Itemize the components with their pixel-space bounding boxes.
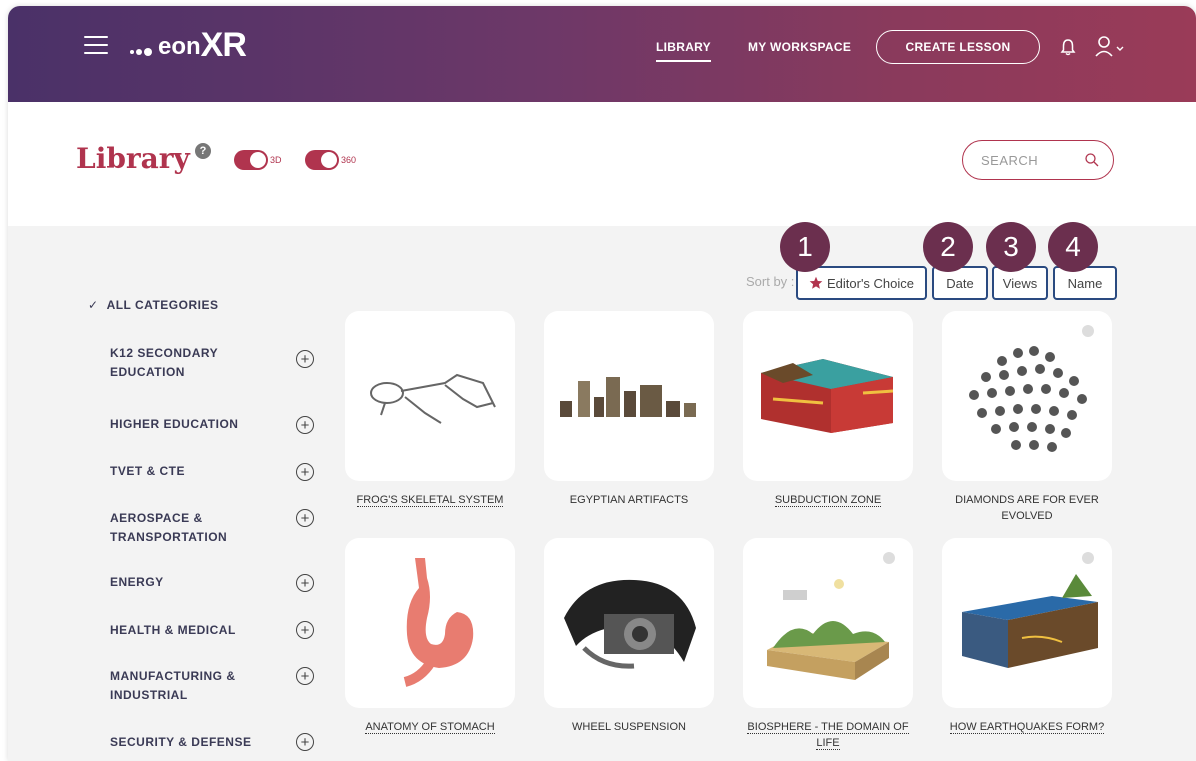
sort-by-label: Sort by : [746,274,795,289]
page-title: Library [76,142,190,175]
card-title-subduction-text: SUBDUCTION ZONE [774,494,882,507]
card-title-wheel[interactable]: WHEEL SUSPENSION [544,719,714,735]
category-energy[interactable]: ENERGY [110,573,260,592]
logo-text-xr: XR [200,26,247,64]
expand-manufacturing-icon[interactable]: + [296,667,314,685]
lesson-card-egyptian[interactable] [544,311,714,481]
sort-views-button[interactable]: Views [992,266,1048,300]
nav-my-workspace-link[interactable]: MY WORKSPACE [748,40,851,54]
eonxr-logo[interactable]: eon XR [130,26,247,64]
expand-health-medical-icon[interactable]: + [296,621,314,639]
expand-higher-education-icon[interactable]: + [296,416,314,434]
lesson-card-wheel[interactable] [544,538,714,708]
search-icon[interactable] [1085,153,1099,167]
lesson-card-biosphere[interactable] [743,538,913,708]
category-tvet-cte[interactable]: TVET & CTE [110,462,260,481]
biosphere-thumbnail [767,579,889,680]
top-navigation-bar: eon XR LIBRARY MY WORKSPACE CREATE LESSO… [8,6,1196,102]
card-title-stomach-text: ANATOMY OF STOMACH [365,721,495,734]
category-health-medical[interactable]: HEALTH & MEDICAL [110,621,260,640]
category-security-defense[interactable]: SECURITY & DEFENSE [110,733,260,752]
toggle-3d-label: 3D [270,155,282,165]
lesson-card-stomach[interactable] [345,538,515,708]
card-title-subduction[interactable]: SUBDUCTION ZONE [743,492,913,508]
egyptian-artifacts-thumbnail [560,377,696,417]
search-placeholder: SEARCH [981,152,1039,168]
expand-tvet-cte-icon[interactable]: + [296,463,314,481]
logo-text-eon: eon [158,33,201,60]
help-icon[interactable]: ? [195,143,211,159]
expand-k12-icon[interactable]: + [296,350,314,368]
callout-badge-1: 1 [780,222,830,272]
category-manufacturing[interactable]: MANUFACTURING & INDUSTRIAL [110,667,260,705]
expand-energy-icon[interactable]: + [296,574,314,592]
wheel-suspension-thumbnail [564,579,696,669]
category-k12[interactable]: K12 SECONDARY EDUCATION [110,344,260,382]
card-title-biosphere-text: BIOSPHERE - THE DOMAIN OF LIFE [747,721,909,750]
callout-badge-4: 4 [1048,222,1098,272]
expand-security-defense-icon[interactable]: + [296,733,314,751]
category-all[interactable]: ✓ ALL CATEGORIES [88,298,218,312]
lesson-card-frog[interactable] [345,311,515,481]
lesson-card-subduction[interactable] [743,311,913,481]
lesson-card-diamonds[interactable] [942,311,1112,481]
card-title-earthquakes[interactable]: HOW EARTHQUAKES FORM? [942,719,1112,735]
card-title-frog[interactable]: FROG'S SKELETAL SYSTEM [345,492,515,508]
sort-editors-choice-label: Editor's Choice [826,275,915,291]
toggle-360-label: 360 [341,155,357,165]
callout-badge-3: 3 [986,222,1036,272]
lesson-card-earthquakes[interactable] [942,538,1112,708]
diamond-lattice-thumbnail [969,346,1087,452]
earthquakes-thumbnail [962,574,1098,668]
bell-icon[interactable] [1060,38,1076,56]
callout-badge-2: 2 [923,222,973,272]
card-title-biosphere[interactable]: BIOSPHERE - THE DOMAIN OF LIFE [743,719,913,751]
card-title-frog-text: FROG'S SKELETAL SYSTEM [356,494,504,507]
expand-aerospace-icon[interactable]: + [296,509,314,527]
menu-icon[interactable] [84,36,108,54]
subduction-zone-thumbnail [761,359,894,433]
checkmark-icon: ✓ [88,298,99,312]
category-higher-education[interactable]: HIGHER EDUCATION [110,415,260,434]
category-all-label: ALL CATEGORIES [106,298,219,312]
card-title-diamonds[interactable]: DIAMONDS ARE FOR EVER EVOLVED [942,492,1112,524]
card-title-egyptian[interactable]: EGYPTIAN ARTIFACTS [544,492,714,508]
frog-skeleton-thumbnail [370,373,496,424]
sort-name-button[interactable]: Name [1053,266,1117,300]
nav-library-link[interactable]: LIBRARY [656,40,711,62]
card-title-stomach[interactable]: ANATOMY OF STOMACH [345,719,515,735]
category-aerospace[interactable]: AEROSPACE & TRANSPORTATION [110,509,260,547]
user-account-icon[interactable] [1094,35,1126,57]
star-icon [809,276,823,289]
create-lesson-button[interactable]: CREATE LESSON [876,30,1040,64]
toggle-360[interactable]: 360 [305,150,356,170]
logo-mark-icon [130,48,154,56]
toggle-3d[interactable]: 3D [234,150,282,170]
stomach-thumbnail [403,558,474,687]
sort-editors-choice-button[interactable]: Editor's Choice [796,266,927,300]
card-title-earthquakes-text: HOW EARTHQUAKES FORM? [949,721,1105,734]
search-input[interactable]: SEARCH [962,140,1114,180]
